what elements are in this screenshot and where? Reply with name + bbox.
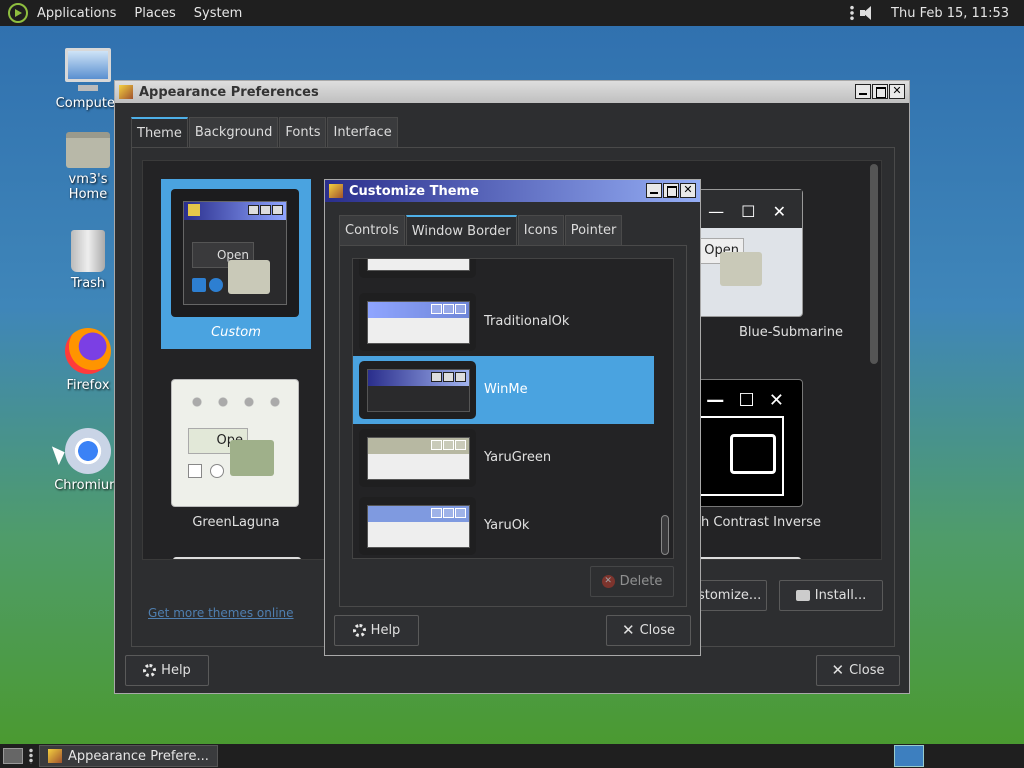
taskbar-item-label: Appearance Prefere... [68, 748, 209, 764]
theme-name: Custom [211, 325, 261, 340]
tab-icons[interactable]: Icons [517, 215, 564, 245]
install-button[interactable]: Install... [779, 580, 883, 611]
close-window-button[interactable]: ✕ [889, 84, 905, 99]
theme-item-partial [173, 557, 301, 559]
titlebar[interactable]: Appearance Preferences ✕ [115, 81, 909, 103]
workspace-switcher[interactable] [894, 745, 924, 767]
minimize-button[interactable] [646, 183, 662, 198]
tab-window-border[interactable]: Window Border [405, 215, 517, 245]
close-window-button[interactable]: ✕ [680, 183, 696, 198]
appearance-app-icon [119, 85, 133, 99]
tab-pointer[interactable]: Pointer [564, 215, 623, 245]
install-icon [795, 590, 810, 601]
appearance-app-icon [329, 184, 343, 198]
trash-icon [71, 230, 105, 272]
border-preview [359, 497, 476, 555]
list-item-yarugreen[interactable]: YaruGreen [353, 424, 654, 492]
maximize-button[interactable] [663, 183, 679, 198]
appearance-app-icon [48, 749, 62, 763]
theme-preview: Ope [171, 379, 299, 507]
tab-interface[interactable]: Interface [327, 117, 398, 147]
menu-system[interactable]: System [185, 6, 251, 21]
firefox-icon [65, 328, 111, 374]
panel-handle-icon [29, 748, 33, 764]
tab-background[interactable]: Background [188, 117, 279, 147]
help-icon [143, 664, 157, 677]
list-item[interactable] [353, 259, 654, 283]
delete-icon: ✕ [601, 575, 615, 588]
window-title: Customize Theme [349, 183, 479, 199]
window-title: Appearance Preferences [139, 84, 319, 100]
computer-icon [65, 48, 111, 91]
close-icon: ✕ [622, 621, 635, 639]
close-icon: ✕ [831, 661, 845, 679]
top-panel: Applications Places System Thu Feb 15, 1… [0, 0, 1024, 26]
help-icon [352, 624, 366, 637]
theme-preview: Open [171, 189, 299, 317]
notification-dots-icon[interactable] [850, 5, 855, 21]
list-item-yaruok[interactable]: YaruOk [353, 492, 654, 558]
clock[interactable]: Thu Feb 15, 11:53 [882, 6, 1018, 21]
bottom-panel: Appearance Prefere... [0, 744, 1024, 768]
help-button[interactable]: Help [334, 615, 419, 646]
border-theme-list: TraditionalOk WinMe YaruGreen YaruOk [352, 258, 674, 559]
get-more-themes-link[interactable]: Get more themes online [148, 606, 294, 620]
show-desktop-icon[interactable] [3, 748, 23, 764]
taskbar-item-appearance[interactable]: Appearance Prefere... [39, 745, 218, 767]
theme-item-custom[interactable]: Open Custom [161, 179, 311, 349]
delete-button-label: Delete [619, 574, 663, 589]
customize-theme-window: Customize Theme ✕ Controls Window Border… [324, 179, 701, 656]
border-preview [359, 361, 476, 419]
home-folder-icon [66, 132, 110, 168]
tab-bar: Controls Window Border Icons Pointer [339, 215, 623, 245]
help-button-label: Help [370, 623, 401, 638]
install-button-label: Install... [814, 588, 867, 603]
list-item-traditionalok[interactable]: TraditionalOk [353, 288, 654, 356]
window-border-panel: TraditionalOk WinMe YaruGreen YaruOk ✕ D… [339, 245, 687, 607]
close-button-label: Close [849, 663, 885, 678]
tab-theme[interactable]: Theme [131, 117, 188, 147]
list-item-label: YaruGreen [484, 450, 552, 465]
list-item-winme[interactable]: WinMe [353, 356, 654, 424]
menu-applications[interactable]: Applications [28, 6, 125, 21]
tab-bar: Theme Background Fonts Interface [131, 117, 399, 147]
close-button-label: Close [639, 623, 675, 638]
theme-item-greenlaguna[interactable]: Ope GreenLaguna [171, 379, 301, 539]
tab-controls[interactable]: Controls [339, 215, 405, 245]
help-button-label: Help [161, 663, 191, 678]
list-item-label: YaruOk [484, 518, 530, 533]
list-item-label: TraditionalOk [484, 314, 570, 329]
volume-icon[interactable] [860, 5, 876, 21]
delete-button[interactable]: ✕ Delete [590, 566, 674, 597]
close-button[interactable]: ✕ Close [606, 615, 691, 646]
list-item-label: WinMe [484, 382, 528, 397]
theme-grid-scrollbar[interactable] [870, 164, 878, 364]
tab-fonts[interactable]: Fonts [279, 117, 327, 147]
list-scrollbar[interactable] [661, 515, 669, 555]
border-preview [359, 429, 476, 487]
chromium-icon [65, 428, 111, 474]
minimize-button[interactable] [855, 84, 871, 99]
maximize-button[interactable] [872, 84, 888, 99]
theme-name: GreenLaguna [192, 515, 280, 530]
border-preview [359, 293, 476, 351]
titlebar[interactable]: Customize Theme ✕ [325, 180, 700, 202]
close-button[interactable]: ✕ Close [816, 655, 900, 686]
menu-places[interactable]: Places [125, 6, 184, 21]
mate-logo-icon[interactable] [8, 3, 28, 23]
help-button[interactable]: Help [125, 655, 209, 686]
